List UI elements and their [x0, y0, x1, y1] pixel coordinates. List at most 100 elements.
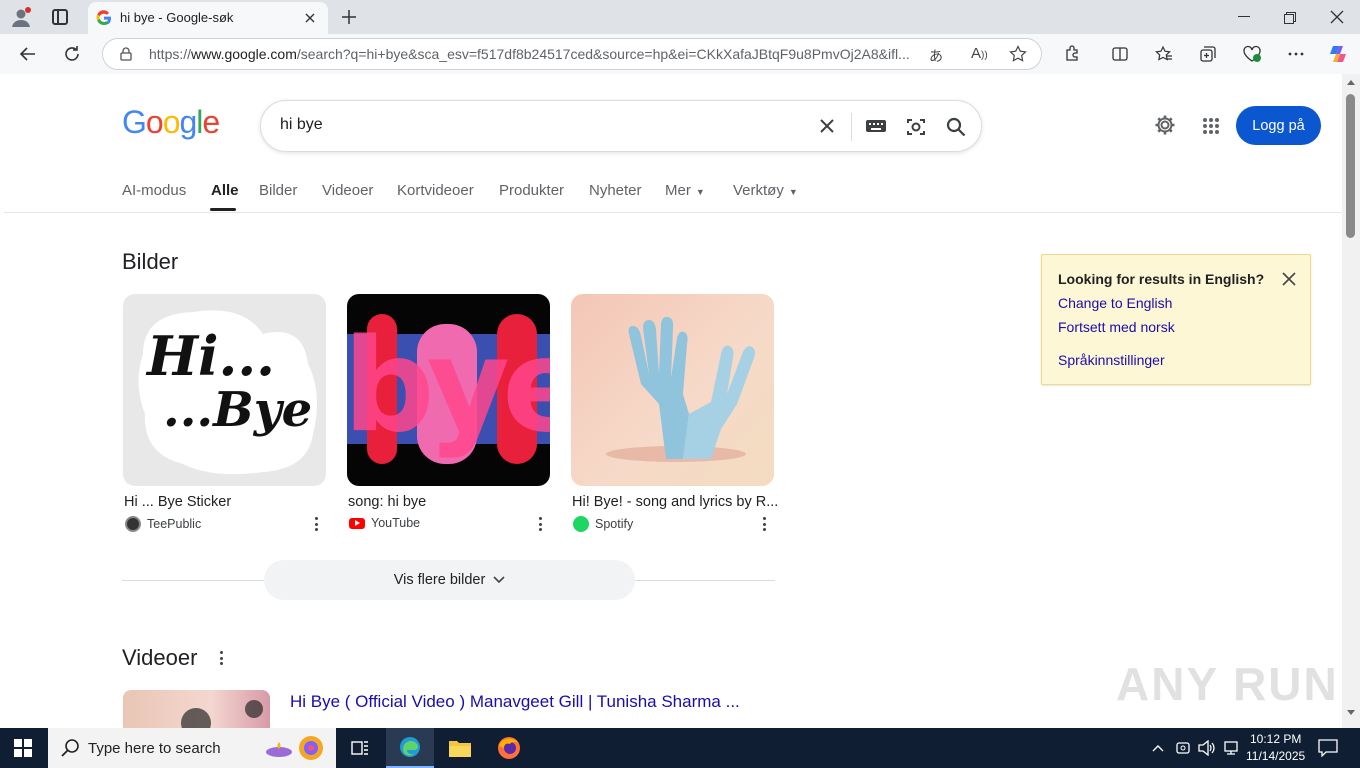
- browser-toolbar: https://www.google.com/search?q=hi+bye&s…: [0, 34, 1360, 74]
- notifications-icon[interactable]: [1318, 739, 1338, 758]
- google-logo[interactable]: Google: [122, 104, 220, 141]
- image-card-1-title[interactable]: Hi ... Bye Sticker: [124, 494, 231, 510]
- tab-tools[interactable]: Verktøy ▼: [733, 182, 798, 199]
- youtube-logo-icon: [349, 517, 365, 529]
- restore-icon[interactable]: [1284, 11, 1296, 24]
- taskbar-search-box[interactable]: Type here to search: [48, 728, 336, 768]
- tab-ai-mode[interactable]: AI-modus: [122, 182, 186, 199]
- image-card-1-source[interactable]: TeePublic: [125, 516, 201, 532]
- keyboard-icon[interactable]: [865, 118, 887, 134]
- image-card-2-source-name: YouTube: [371, 516, 421, 530]
- tab-videos[interactable]: Videoer: [322, 182, 373, 199]
- rangoli-icon: [296, 734, 326, 762]
- more-images-button[interactable]: Vis flere bilder: [264, 560, 635, 600]
- song-art-text: bye: [347, 312, 550, 461]
- videos-heading: Videoer: [122, 645, 198, 670]
- taskbar-time[interactable]: 10:12 PM: [1250, 732, 1301, 746]
- edge-taskbar-icon[interactable]: [386, 728, 434, 768]
- image-card-2-menu-icon[interactable]: [538, 517, 542, 531]
- expand-icon[interactable]: [245, 700, 263, 718]
- search-magnifier-icon[interactable]: [945, 116, 967, 138]
- image-card-1[interactable]: Hi... ...Bye: [123, 294, 326, 486]
- image-card-3-title[interactable]: Hi! Bye! - song and lyrics by R...: [572, 494, 778, 510]
- split-screen-icon[interactable]: [1106, 40, 1134, 68]
- windows-taskbar: Type here to search 10:12 PM 11/14/2025: [0, 728, 1360, 768]
- collections-icon[interactable]: [1194, 40, 1222, 68]
- address-bar[interactable]: https://www.google.com/search?q=hi+bye&s…: [102, 38, 1042, 70]
- extensions-icon[interactable]: [1058, 40, 1086, 68]
- back-icon[interactable]: [14, 40, 42, 68]
- chevron-down-icon: [493, 572, 505, 588]
- copilot-icon[interactable]: [1324, 40, 1352, 68]
- page-scrollbar[interactable]: [1342, 74, 1360, 728]
- translate-icon[interactable]: あ: [929, 46, 943, 66]
- browser-essentials-icon[interactable]: [1238, 40, 1266, 68]
- task-view-icon[interactable]: [350, 738, 370, 758]
- tray-chevron-up-icon[interactable]: [1152, 742, 1164, 754]
- scroll-down-arrow-icon[interactable]: [1347, 710, 1355, 715]
- login-button[interactable]: Logg på: [1236, 106, 1321, 145]
- browser-tab-active[interactable]: hi bye - Google-søk: [88, 2, 328, 34]
- new-tab-icon[interactable]: [340, 8, 358, 26]
- windows-start-icon[interactable]: [14, 739, 32, 757]
- continue-norwegian-link[interactable]: Fortsett med norsk: [1058, 319, 1175, 335]
- image-card-2-source[interactable]: YouTube: [349, 516, 420, 530]
- favorite-star-icon[interactable]: [1009, 45, 1027, 63]
- close-window-icon[interactable]: [1330, 10, 1344, 24]
- volume-icon[interactable]: [1198, 739, 1216, 757]
- network-icon[interactable]: [1222, 740, 1240, 756]
- search-input[interactable]: hi bye: [280, 116, 323, 134]
- settings-more-icon[interactable]: [1282, 40, 1310, 68]
- settings-gear-icon[interactable]: [1154, 114, 1176, 136]
- language-box-close-icon[interactable]: [1282, 272, 1296, 286]
- video-title-1[interactable]: Hi Bye ( Official Video ) Manavgeet Gill…: [290, 692, 740, 712]
- sticker-text-hi: Hi...: [147, 324, 275, 388]
- tab-all[interactable]: Alle: [211, 182, 239, 199]
- image-card-3-source[interactable]: Spotify: [573, 516, 633, 532]
- scroll-up-arrow-icon[interactable]: [1347, 80, 1355, 85]
- sticker-text-bye: ...Bye: [163, 382, 313, 438]
- image-card-1-menu-icon[interactable]: [314, 517, 318, 531]
- taskbar-date[interactable]: 11/14/2025: [1246, 749, 1305, 763]
- firefox-icon[interactable]: [497, 736, 521, 760]
- refresh-icon[interactable]: [58, 40, 86, 68]
- header-divider: [4, 212, 1342, 213]
- google-favicon-icon: [96, 10, 112, 26]
- page-info-icon[interactable]: [119, 47, 133, 61]
- camera-tray-icon[interactable]: [1176, 740, 1190, 756]
- image-card-2[interactable]: bye: [347, 294, 550, 486]
- tab-actions-icon[interactable]: [52, 9, 68, 25]
- lens-camera-icon[interactable]: [905, 116, 927, 138]
- favorites-icon[interactable]: [1150, 40, 1178, 68]
- tab-title: hi bye - Google-søk: [120, 10, 234, 25]
- language-settings-link[interactable]: Språkinnstillinger: [1058, 352, 1165, 368]
- apps-grid-icon[interactable]: [1202, 117, 1220, 135]
- image-card-3-source-name: Spotify: [595, 517, 634, 531]
- spotify-logo-icon: [573, 516, 589, 532]
- minimize-icon[interactable]: [1238, 16, 1250, 17]
- profile-icon[interactable]: [10, 6, 32, 28]
- tab-news[interactable]: Nyheter: [589, 182, 642, 199]
- scrollbar-thumb[interactable]: [1346, 94, 1355, 238]
- file-explorer-icon[interactable]: [448, 738, 472, 758]
- tab-close-icon[interactable]: [302, 10, 318, 26]
- tab-products[interactable]: Produkter: [499, 182, 564, 199]
- language-box-title: Looking for results in English?: [1058, 271, 1265, 287]
- login-label: Logg på: [1252, 117, 1305, 134]
- search-box[interactable]: hi bye: [260, 100, 982, 152]
- change-to-english-link[interactable]: Change to English: [1058, 295, 1172, 311]
- tab-images[interactable]: Bilder: [259, 182, 297, 199]
- image-card-3[interactable]: [571, 294, 774, 486]
- clear-search-icon[interactable]: [819, 118, 835, 134]
- teepublic-logo-icon: [125, 516, 141, 532]
- videos-menu-icon[interactable]: [219, 651, 223, 665]
- image-card-3-menu-icon[interactable]: [762, 517, 766, 531]
- read-aloud-icon[interactable]: A)): [971, 45, 988, 62]
- video-thumbnail-1[interactable]: [123, 690, 270, 728]
- tab-short-videos[interactable]: Kortvideoer: [397, 182, 474, 199]
- tab-tools-label: Verktøy: [733, 182, 784, 199]
- image-card-1-source-name: TeePublic: [147, 517, 202, 531]
- images-heading: Bilder: [122, 249, 179, 274]
- tab-more[interactable]: Mer ▼: [665, 182, 705, 199]
- image-card-2-title[interactable]: song: hi bye: [348, 494, 426, 510]
